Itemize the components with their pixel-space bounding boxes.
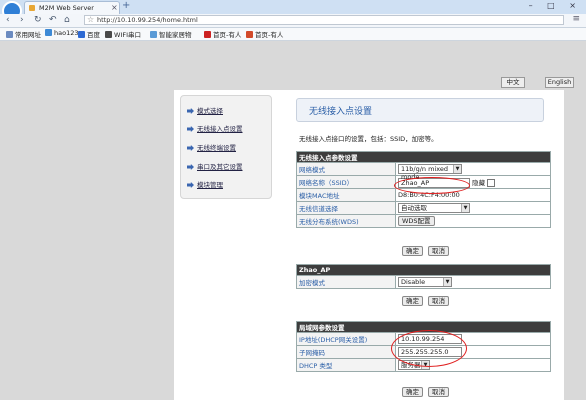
language-chinese-button[interactable]: 中文 [501, 77, 525, 88]
cancel-button[interactable]: 取消 [428, 296, 449, 306]
bookmark-icon [45, 29, 52, 36]
bookmark-icon [150, 31, 157, 38]
network-mode-select[interactable]: 11b/g/n mixed mode ▼ [398, 164, 462, 181]
new-tab-icon[interactable]: + [122, 0, 130, 11]
page-title: 无线接入点设置 [309, 107, 373, 117]
channel-value: 自动选取 [401, 204, 427, 212]
encryption-select[interactable]: Disable ▼ [398, 277, 452, 287]
ip-address-label: IP地址(DHCP网关设置) [296, 332, 396, 346]
bookmarks-bar: 常用网址 hao123 百度 WIFI串口 智能家居物 首页-有人 首页-有人 [0, 28, 586, 41]
dhcp-type-label: DHCP 类型 [296, 358, 396, 372]
reload-icon[interactable]: ↻ [34, 15, 42, 25]
window-controls[interactable]: – □ × [529, 1, 582, 10]
lan-button-row: 确定 取消 [402, 387, 454, 397]
bookmark-item[interactable]: WIFI串口 [105, 29, 141, 39]
hidden-ssid-label: 隐藏 [472, 178, 486, 187]
dropdown-arrow-icon: ▼ [443, 278, 451, 286]
bookmark-label: 首页-有人 [255, 31, 284, 39]
page-heading-box: 无线接入点设置 [296, 98, 544, 122]
bookmark-item[interactable]: 智能家居物 [150, 29, 192, 39]
forward-icon[interactable]: › [20, 15, 24, 25]
bookmark-label: 常用网址 [15, 31, 41, 39]
address-bar[interactable]: ☆ http://10.10.99.254/home.html [84, 15, 564, 25]
sidebar-item-label: 模块管理 [197, 181, 223, 189]
bookmark-icon [105, 31, 112, 38]
sidebar-item-management[interactable]: 模块管理 [187, 179, 223, 189]
bookmark-label: 首页-有人 [213, 31, 242, 39]
ap-button-row: 确定 取消 [402, 246, 454, 256]
confirm-button[interactable]: 确定 [402, 296, 423, 306]
cancel-button[interactable]: 取消 [428, 387, 449, 397]
arrow-icon [187, 182, 194, 188]
sidebar-item-label: 无线接入点设置 [197, 125, 243, 133]
lan-highlight-ellipse [391, 330, 467, 367]
subnet-mask-label: 子网掩码 [296, 345, 396, 359]
sidebar-item-label: 串口及其它设置 [197, 163, 243, 171]
sidebar-item-uart-settings[interactable]: 串口及其它设置 [187, 161, 243, 171]
sidebar-item-sta-settings[interactable]: 无线终端设置 [187, 142, 236, 152]
bookmark-icon [204, 31, 211, 38]
sidebar-item-label: 模式选择 [197, 107, 223, 115]
bookmark-label: 智能家居物 [159, 31, 192, 39]
page-description: 无线接入点接口的设置，包括：SSID，加密等。 [299, 135, 438, 143]
bookmark-item[interactable]: 常用网址 [6, 29, 41, 39]
sidebar-item-mode[interactable]: 模式选择 [187, 105, 223, 115]
arrow-icon [187, 145, 194, 151]
confirm-button[interactable]: 确定 [402, 387, 423, 397]
wds-label: 无线分布系统(WDS) [296, 214, 396, 228]
browser-titlebar: M2M Web Server × + – □ × [0, 0, 586, 21]
hidden-ssid-checkbox[interactable] [487, 178, 496, 187]
bookmark-item[interactable]: 首页-有人 [204, 29, 241, 39]
table-header: Zhao_AP [296, 264, 551, 276]
sidebar-item-label: 无线终端设置 [197, 144, 236, 152]
bookmark-label: 百度 [87, 31, 100, 39]
arrow-icon [187, 126, 194, 132]
ssid-label: 网络名称（SSID） [296, 175, 396, 189]
channel-label: 无线信道选择 [296, 201, 396, 215]
bookmark-item[interactable]: 首页-有人 [246, 29, 283, 39]
bookmark-item[interactable]: 百度 [78, 29, 100, 39]
address-bar-url: http://10.10.99.254/home.html [97, 16, 198, 24]
bookmark-icon [6, 31, 13, 38]
menu-icon[interactable]: ≡ [572, 14, 580, 24]
language-english-button[interactable]: English [545, 77, 574, 88]
encryption-value: Disable [401, 278, 426, 286]
undo-icon[interactable]: ↶ [49, 15, 57, 25]
ssid-highlight-ellipse [394, 177, 470, 194]
channel-select[interactable]: 自动选取 ▼ [398, 203, 470, 213]
tab-favicon-icon [29, 5, 35, 11]
cancel-button[interactable]: 取消 [428, 246, 449, 256]
browser-tab[interactable]: M2M Web Server × [24, 1, 120, 14]
dropdown-arrow-icon: ▼ [453, 165, 461, 173]
wds-config-button[interactable]: WDS配置 [398, 216, 435, 226]
bookmark-icon [78, 31, 85, 38]
tab-title: M2M Web Server [39, 4, 94, 12]
star-icon[interactable]: ☆ [87, 15, 94, 24]
confirm-button[interactable]: 确定 [402, 246, 423, 256]
bookmark-item[interactable]: hao123 [45, 29, 79, 37]
bookmark-label: WIFI串口 [114, 31, 141, 39]
arrow-icon [187, 108, 194, 114]
network-mode-label: 网络模式 [296, 162, 396, 176]
security-table: Zhao_AP 加密模式 Disable ▼ [296, 264, 551, 289]
browser-navbar: ‹ › ↻ ↶ ⌂ ☆ http://10.10.99.254/home.htm… [0, 14, 586, 28]
sidebar: 模式选择 无线接入点设置 无线终端设置 串口及其它设置 模块管理 [180, 95, 272, 199]
dropdown-arrow-icon: ▼ [461, 204, 469, 212]
bookmark-icon [246, 31, 253, 38]
security-button-row: 确定 取消 [402, 296, 454, 306]
back-icon[interactable]: ‹ [6, 15, 10, 25]
mac-address-label: 模块MAC地址 [296, 188, 396, 202]
bookmark-label: hao123 [54, 29, 79, 37]
encryption-label: 加密模式 [296, 275, 396, 289]
tab-close-icon[interactable]: × [111, 3, 118, 12]
sidebar-item-ap-settings[interactable]: 无线接入点设置 [187, 123, 243, 133]
arrow-icon [187, 164, 194, 170]
table-header: 无线接入点参数设置 [296, 151, 551, 163]
home-icon[interactable]: ⌂ [64, 15, 70, 25]
